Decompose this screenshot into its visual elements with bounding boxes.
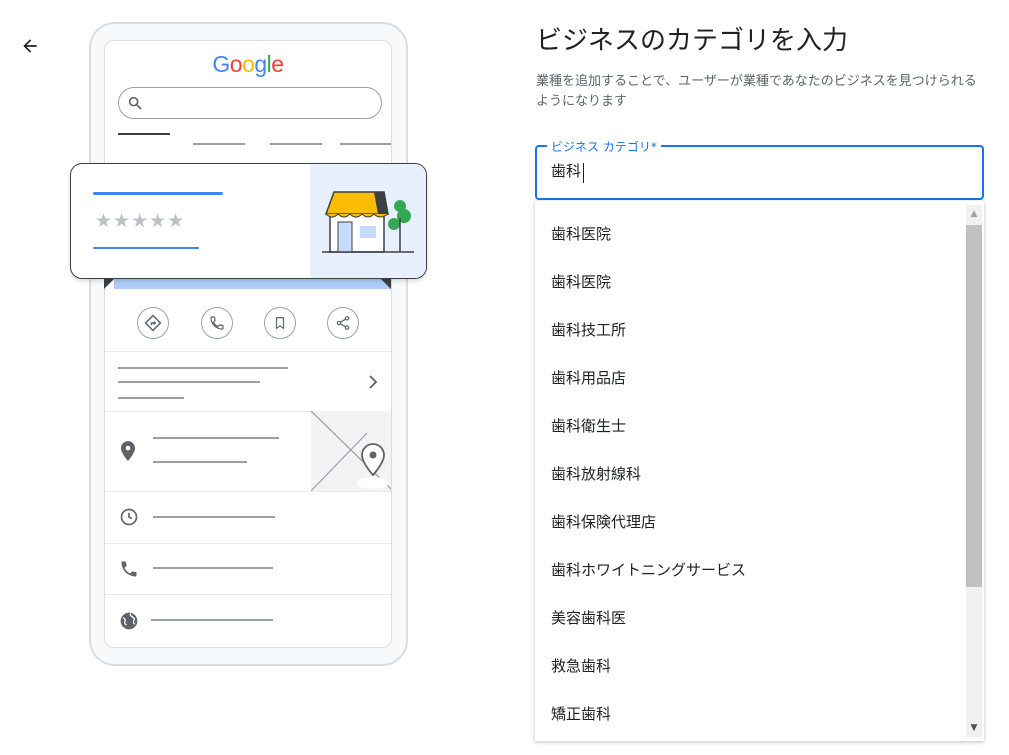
- dropdown-option[interactable]: 歯科用品店: [551, 367, 626, 388]
- chevron-right-icon: [369, 375, 378, 389]
- dropdown-scrollbar-thumb[interactable]: [966, 225, 982, 587]
- dropdown-option[interactable]: 歯科衛生士: [551, 415, 626, 436]
- business-category-input[interactable]: [551, 161, 961, 179]
- illustration-map: [311, 411, 391, 491]
- dropdown-option[interactable]: 歯科医院: [551, 271, 611, 292]
- dropdown-option[interactable]: 美容歯科医: [551, 607, 626, 628]
- dropdown-option[interactable]: 歯科技工所: [551, 319, 626, 340]
- phone-screen: Google: [104, 40, 392, 648]
- illustration-text-line: [153, 461, 247, 463]
- directions-icon: [144, 314, 162, 332]
- phone-icon: [210, 316, 224, 330]
- dropdown-option[interactable]: 矯正歯科: [551, 703, 611, 724]
- illustration-divider: [105, 351, 391, 352]
- illustration-text-line: [153, 516, 275, 518]
- illustration-searchbox: [118, 87, 382, 119]
- illustration-link-line: [93, 247, 199, 249]
- page-description: 業種を追加することで、ユーザーが業種であなたのビジネスを見つけられるようになりま…: [536, 74, 977, 109]
- illustration-business-card: ★★★★★: [70, 163, 427, 279]
- illustration-divider: [105, 543, 391, 544]
- illustration-call: [201, 307, 233, 339]
- rating-stars: ★★★★★: [95, 210, 186, 232]
- illustration-save: [264, 307, 296, 339]
- illustration-tab-line: [118, 133, 170, 135]
- location-pin-icon: [121, 441, 135, 461]
- illustration-card-fold: [104, 279, 114, 289]
- map-pin-icon: [361, 443, 385, 477]
- share-icon: [336, 316, 350, 330]
- dropdown-option[interactable]: 歯科保険代理店: [551, 511, 656, 532]
- category-suggestions-dropdown[interactable]: 歯科医院 歯科医院 歯科技工所 歯科用品店 歯科衛生士 歯科放射線科 歯科保険代…: [535, 201, 984, 741]
- scroll-down-arrow[interactable]: ▼: [966, 719, 982, 737]
- store-image: [310, 164, 426, 278]
- search-icon: [128, 96, 142, 110]
- logo-letter: e: [271, 51, 284, 77]
- clock-icon: [120, 508, 138, 526]
- logo-letter: o: [229, 51, 243, 77]
- logo-letter: G: [212, 51, 230, 77]
- illustration-card-shadow: [114, 279, 391, 289]
- google-logo: Google: [105, 51, 391, 78]
- logo-letter: o: [242, 51, 255, 77]
- illustration-text-line: [153, 437, 279, 439]
- dropdown-option[interactable]: 歯科医院: [551, 223, 611, 244]
- illustration-divider: [105, 491, 391, 492]
- illustration-text-line: [118, 381, 260, 383]
- illustration-title-line: [93, 192, 223, 195]
- back-button[interactable]: [14, 30, 46, 62]
- dropdown-option[interactable]: 救急歯科: [551, 655, 611, 676]
- illustration-text-line: [153, 567, 273, 569]
- illustration-share: [327, 307, 359, 339]
- business-category-label: ビジネス カテゴリ*: [547, 138, 661, 155]
- illustration-text-line: [118, 397, 184, 399]
- illustration-directions: [137, 307, 169, 339]
- text-caret: [583, 163, 584, 183]
- logo-letter: g: [254, 51, 267, 77]
- store-icon: [322, 191, 414, 253]
- illustration-tab-line: [270, 143, 322, 145]
- illustration-divider: [105, 594, 391, 595]
- globe-icon: [120, 612, 138, 630]
- illustration-tab-line: [340, 143, 391, 145]
- arrow-left-icon: [23, 39, 37, 53]
- bookmark-icon: [275, 317, 285, 330]
- dropdown-option[interactable]: 歯科放射線科: [551, 463, 641, 484]
- page: Google ★★★★★ ビジネスのカテゴリを入力 業種を追加することで、ユーザ…: [0, 0, 1009, 755]
- dropdown-option[interactable]: 歯科ホワイトニングサービス: [551, 559, 746, 580]
- illustration-tab-line: [193, 143, 245, 145]
- scroll-up-arrow[interactable]: ▲: [966, 205, 982, 223]
- illustration-text-line: [118, 367, 288, 369]
- illustration-card-fold: [381, 279, 391, 289]
- page-title: ビジネスのカテゴリを入力: [536, 26, 849, 56]
- phone-icon: [121, 561, 137, 577]
- business-category-field[interactable]: ビジネス カテゴリ*: [535, 138, 984, 200]
- illustration-text-line: [151, 619, 273, 621]
